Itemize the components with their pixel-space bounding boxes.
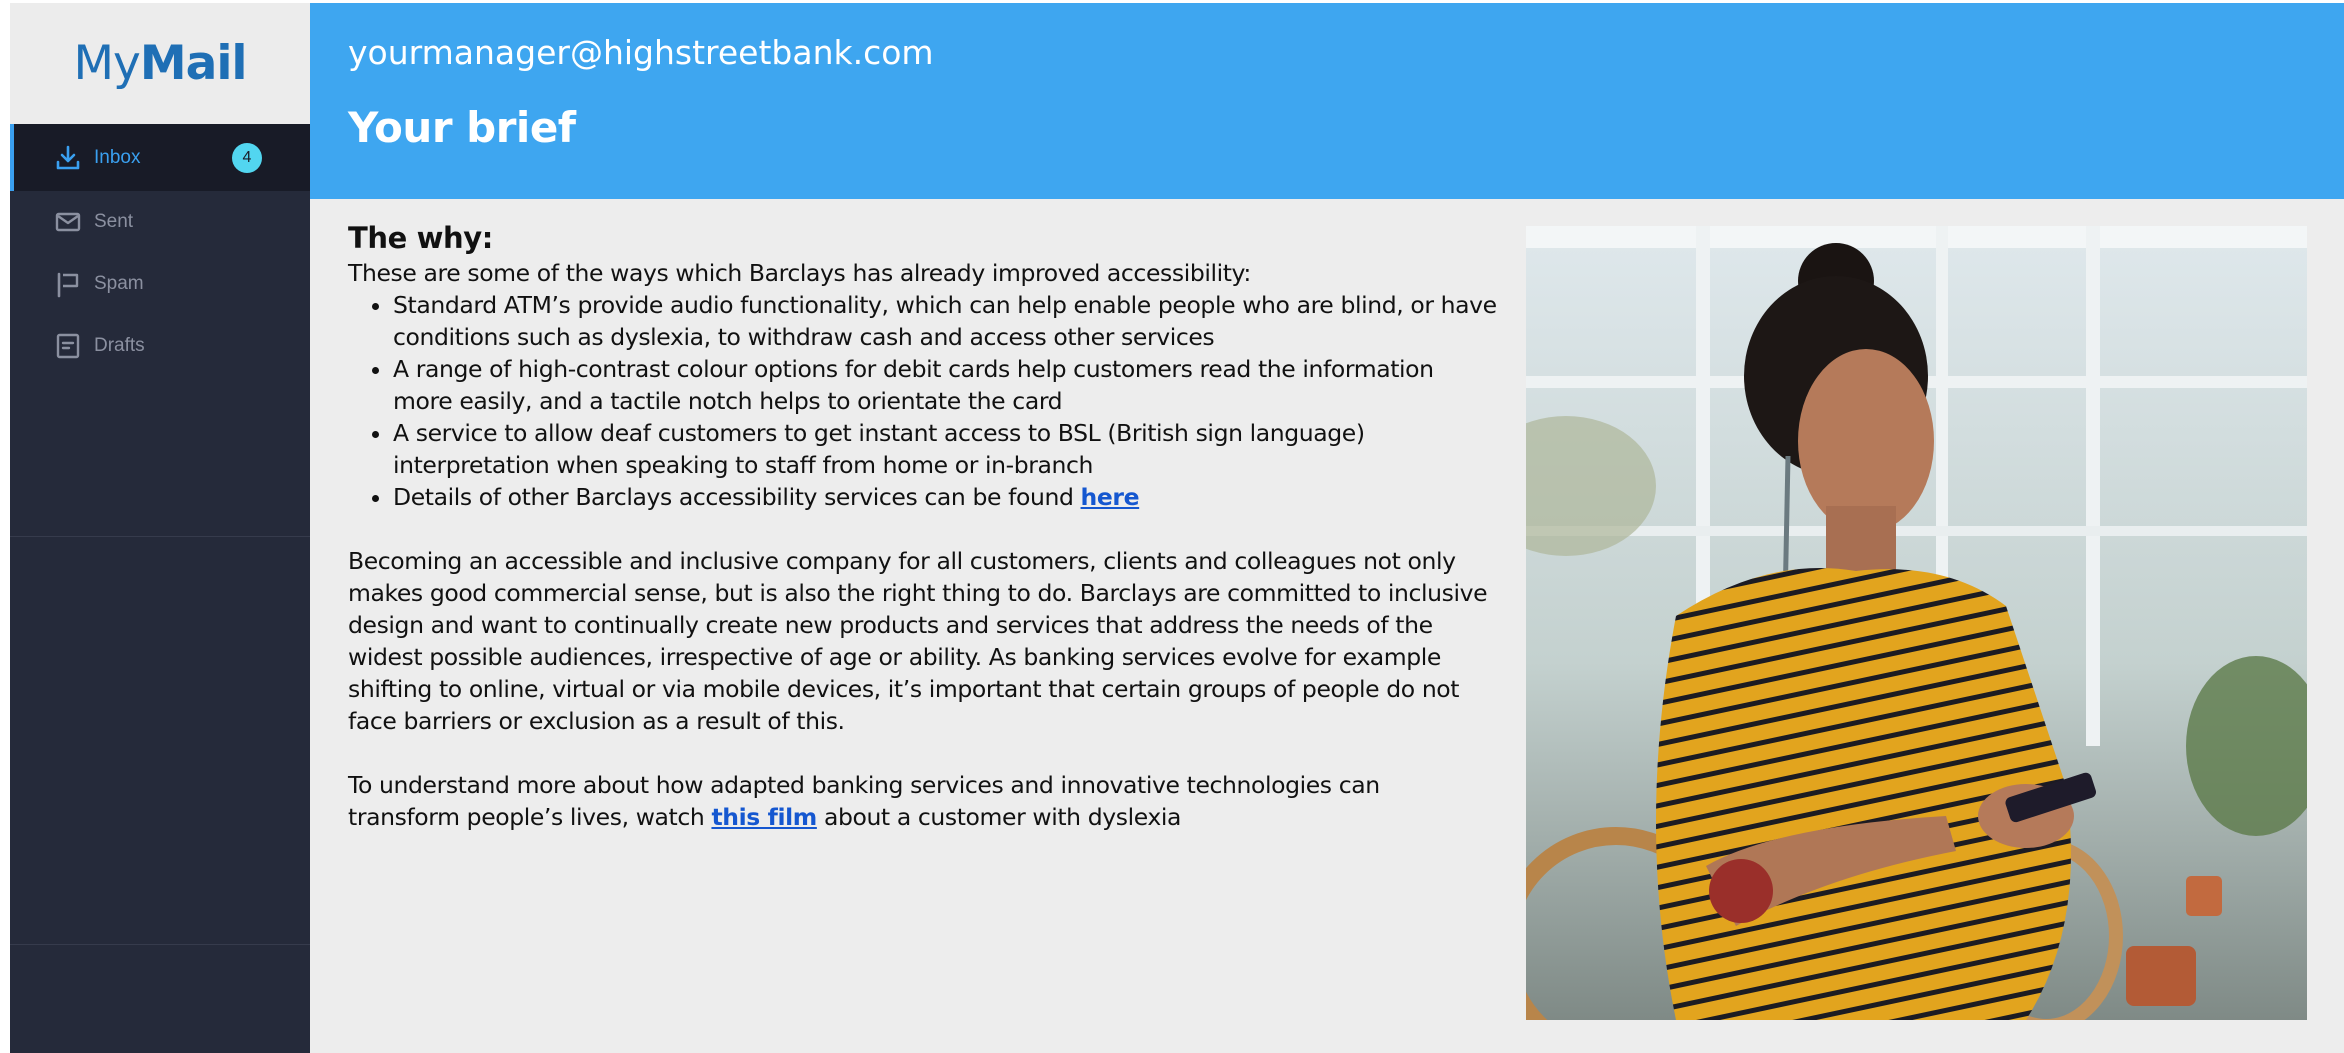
sidebar-divider bbox=[10, 944, 310, 945]
folder-nav: Inbox 4 Sent Spam Drafts bbox=[10, 124, 310, 377]
message-text: The why: These are some of the ways whic… bbox=[348, 219, 1498, 833]
message-body: The why: These are some of the ways whic… bbox=[310, 199, 2344, 1053]
sidebar-item-spam[interactable]: Spam bbox=[10, 253, 310, 315]
sidebar-item-label: Sent bbox=[94, 211, 134, 232]
sidebar-item-sent[interactable]: Sent bbox=[10, 191, 310, 253]
sidebar-item-label: Drafts bbox=[94, 335, 145, 356]
list-item-text: A range of high-contrast colour options … bbox=[393, 355, 1434, 415]
paragraph-text: about a customer with dyslexia bbox=[816, 803, 1182, 831]
accessibility-list: Standard ATM’s provide audio functionali… bbox=[348, 289, 1498, 513]
flag-icon bbox=[57, 272, 79, 298]
intro-text: These are some of the ways which Barclay… bbox=[348, 259, 1251, 287]
body-paragraph: Becoming an accessible and inclusive com… bbox=[348, 547, 1488, 735]
envelope-icon bbox=[55, 212, 81, 232]
list-item: Standard ATM’s provide audio functionali… bbox=[393, 289, 1498, 353]
list-item: Details of other Barclays accessibility … bbox=[393, 481, 1498, 513]
logo-text-my: My bbox=[73, 36, 140, 91]
sidebar-item-label: Inbox bbox=[94, 146, 141, 168]
list-item-text: A service to allow deaf customers to get… bbox=[393, 419, 1365, 479]
sender-email: yourmanager@highstreetbank.com bbox=[348, 33, 934, 72]
woman-using-phone-photo bbox=[1526, 226, 2307, 1020]
accessibility-services-link[interactable]: here bbox=[1081, 483, 1140, 511]
list-item-text: Details of other Barclays accessibility … bbox=[393, 483, 1081, 511]
logo-text-mail: Mail bbox=[139, 36, 248, 91]
download-tray-icon bbox=[56, 145, 80, 169]
app-logo[interactable]: My Mail bbox=[10, 3, 310, 124]
list-item: A service to allow deaf customers to get… bbox=[393, 417, 1498, 481]
list-item: A range of high-contrast colour options … bbox=[393, 353, 1498, 417]
draft-document-icon bbox=[56, 333, 80, 359]
list-item-text: Standard ATM’s provide audio functionali… bbox=[393, 291, 1497, 351]
sidebar-divider bbox=[10, 536, 310, 537]
body-paragraph: To understand more about how adapted ban… bbox=[348, 769, 1498, 833]
section-heading: The why: bbox=[348, 221, 493, 255]
film-link[interactable]: this film bbox=[711, 803, 817, 831]
unread-count-badge: 4 bbox=[232, 142, 262, 173]
sidebar-item-label: Spam bbox=[94, 273, 144, 294]
message-header: yourmanager@highstreetbank.com Your brie… bbox=[310, 3, 2344, 199]
sidebar-item-drafts[interactable]: Drafts bbox=[10, 315, 310, 377]
sidebar: My Mail Inbox 4 Sent Spam Drafts bbox=[10, 3, 310, 1053]
message-subject: Your brief bbox=[348, 103, 576, 152]
photo-illustration bbox=[1526, 226, 2307, 1020]
sidebar-item-inbox[interactable]: Inbox 4 bbox=[10, 124, 310, 191]
